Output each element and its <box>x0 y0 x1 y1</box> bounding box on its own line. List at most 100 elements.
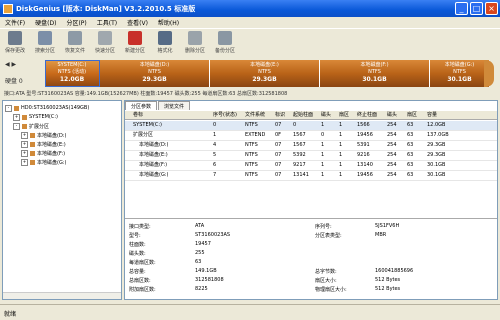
menu-disk[interactable]: 硬盘(D) <box>30 18 61 27</box>
table-cell: 254 <box>387 152 397 158</box>
toolbar-button-1[interactable]: 搜索分区 <box>30 28 60 57</box>
toolbar-button-6[interactable]: 删除分区 <box>180 28 210 57</box>
expand-toggle[interactable]: + <box>21 158 28 166</box>
detail-label: 接口类型: <box>129 224 151 230</box>
menu-file[interactable]: 文件(F) <box>0 18 30 27</box>
column-header[interactable]: 标识 <box>275 111 285 119</box>
table-cell: 07 <box>275 162 282 168</box>
column-header[interactable]: 终止柱面 <box>357 111 377 119</box>
tree-item[interactable]: + 本地磁盘(G:) <box>21 158 66 166</box>
close-button[interactable]: × <box>485 2 498 15</box>
table-row[interactable]: 扩展分区 1 EXTEND 0F 1567 0 1 19456 254 63 137.0GB <box>125 131 497 141</box>
recover-icon <box>68 31 82 45</box>
menu-tools[interactable]: 工具(T) <box>92 18 122 27</box>
partition-block[interactable]: 本地磁盘(E:) NTFS 29.3GB <box>210 60 320 87</box>
partition-fs: NTFS <box>453 69 466 75</box>
table-cell: NTFS <box>245 122 258 128</box>
partition-block[interactable]: 本地磁盘(G:) NTFS 30.1GB <box>430 60 490 87</box>
column-header[interactable]: 扇区 <box>407 111 417 119</box>
column-header[interactable]: 容量 <box>427 111 437 119</box>
toolbar-button-7[interactable]: 备份分区 <box>210 28 240 57</box>
expand-toggle[interactable]: + <box>21 149 28 157</box>
table-cell: 30.1GB <box>427 172 446 178</box>
partition-size: 30.1GB <box>362 76 387 83</box>
table-cell: 1 <box>213 132 217 138</box>
tree-item[interactable]: + 本地磁盘(D:) <box>21 131 66 139</box>
toolbar-button-2[interactable]: 恢复文件 <box>60 28 90 57</box>
column-header[interactable]: 文件系统 <box>245 111 265 119</box>
tree-scrollbar[interactable] <box>3 292 121 299</box>
table-cell: 254 <box>387 162 397 168</box>
table-cell: 63 <box>407 122 414 128</box>
table-cell: 1 <box>321 152 325 158</box>
table-cell: 254 <box>387 122 397 128</box>
partition-fs: NTFS <box>368 69 381 75</box>
tree-item[interactable]: - HD0:ST3160023AS(149GB) <box>5 104 89 112</box>
toolbar-button-0[interactable]: 保存更改 <box>0 28 30 57</box>
menu-help[interactable]: 帮助(H) <box>153 18 184 27</box>
title-bar: DiskGenius [版本: DiskMan] V3.2.2010.5 标准版… <box>0 0 500 17</box>
prev-disk-button[interactable]: ◀ <box>5 61 10 68</box>
table-row[interactable]: 本地磁盘(D:) 4 NTFS 07 1567 1 1 5391 254 63 29.3GB <box>125 141 497 151</box>
status-text: 就绪 <box>4 311 17 318</box>
column-header[interactable]: 磁头 <box>387 111 397 119</box>
column-header[interactable]: 磁头 <box>321 111 331 119</box>
tree-item[interactable]: - 扩展分区 <box>13 122 49 130</box>
table-cell: 29.3GB <box>427 142 446 148</box>
tree-item[interactable]: + 本地磁盘(F:) <box>21 149 65 157</box>
minimize-button[interactable]: _ <box>455 2 468 15</box>
table-cell: 63 <box>407 152 414 158</box>
menu-view[interactable]: 查看(V) <box>122 18 153 27</box>
table-cell: 0 <box>213 122 217 128</box>
detail-value: 5JS1FV6H <box>375 223 400 229</box>
expand-toggle[interactable]: + <box>13 113 20 121</box>
table-row[interactable]: 本地磁盘(E:) 5 NTFS 07 5392 1 1 9216 254 63 29.3GB <box>125 151 497 161</box>
table-cell: 1 <box>321 172 325 178</box>
tab-strip: 分区参数 浏览文件 <box>125 101 191 110</box>
column-header[interactable]: 扇区 <box>339 111 349 119</box>
next-disk-button[interactable]: ▶ <box>12 61 17 68</box>
tree-item-label: 本地磁盘(E:) <box>37 141 66 148</box>
table-cell: 12.0GB <box>427 122 446 128</box>
partition-icon <box>22 123 27 129</box>
table-cell: 1 <box>339 162 343 168</box>
partition-block[interactable]: 本地磁盘(F:) NTFS 30.1GB <box>320 60 430 87</box>
tab-partition-params[interactable]: 分区参数 <box>125 101 158 110</box>
detail-label: 总扇区数: <box>129 278 151 284</box>
toolbar-button-3[interactable]: 快速分区 <box>90 28 120 57</box>
partition-fs: NTFS <box>148 69 161 75</box>
toolbar-button-4[interactable]: 新建分区 <box>120 28 150 57</box>
tree-item[interactable]: + SYSTEM(C:) <box>13 113 58 121</box>
detail-label: 扇区大小: <box>315 278 337 284</box>
menu-partition[interactable]: 分区(P) <box>61 18 91 27</box>
table-cell: 63 <box>407 132 414 138</box>
table-row[interactable]: 本地磁盘(G:) 7 NTFS 07 13141 1 1 19456 254 63 30.1GB <box>125 171 497 181</box>
detail-value: 312581808 <box>195 277 224 283</box>
app-icon <box>3 3 13 14</box>
save-icon <box>8 31 22 45</box>
table-cell: 63 <box>407 172 414 178</box>
column-header[interactable]: 序号(状态) <box>213 111 237 119</box>
detail-value: 19457 <box>195 241 211 247</box>
column-header[interactable]: 卷标 <box>133 111 143 119</box>
column-header[interactable]: 起始柱面 <box>293 111 313 119</box>
expand-toggle[interactable]: - <box>13 122 20 130</box>
expand-toggle[interactable]: + <box>21 140 28 148</box>
expand-toggle[interactable]: + <box>21 131 28 139</box>
tab-browse-files[interactable]: 浏览文件 <box>158 101 191 110</box>
tree-item[interactable]: + 本地磁盘(E:) <box>21 140 66 148</box>
partition-size: 29.3GB <box>252 76 277 83</box>
toolbar-label: 搜索分区 <box>34 48 55 54</box>
partition-block[interactable]: SYSTEM(C:) NTFS (活动) 12.0GB <box>45 60 100 87</box>
table-cell: 63 <box>407 162 414 168</box>
detail-value: ST3160023AS <box>195 232 231 238</box>
maximize-button[interactable]: □ <box>470 2 483 15</box>
expand-toggle[interactable]: - <box>5 104 12 112</box>
table-cell: 19456 <box>357 172 373 178</box>
window-title: DiskGenius [版本: DiskMan] V3.2.2010.5 标准版 <box>16 4 196 13</box>
partition-block[interactable]: 本地磁盘(D:) NTFS 29.3GB <box>100 60 210 87</box>
toolbar-label: 保存更改 <box>4 48 25 54</box>
toolbar-button-5[interactable]: 格式化 <box>150 28 180 57</box>
table-row[interactable]: SYSTEM(C:) 0 NTFS 07 0 1 1 1566 254 63 12.0GB <box>125 121 497 131</box>
table-row[interactable]: 本地磁盘(F:) 6 NTFS 07 9217 1 1 13140 254 63 30.1GB <box>125 161 497 171</box>
